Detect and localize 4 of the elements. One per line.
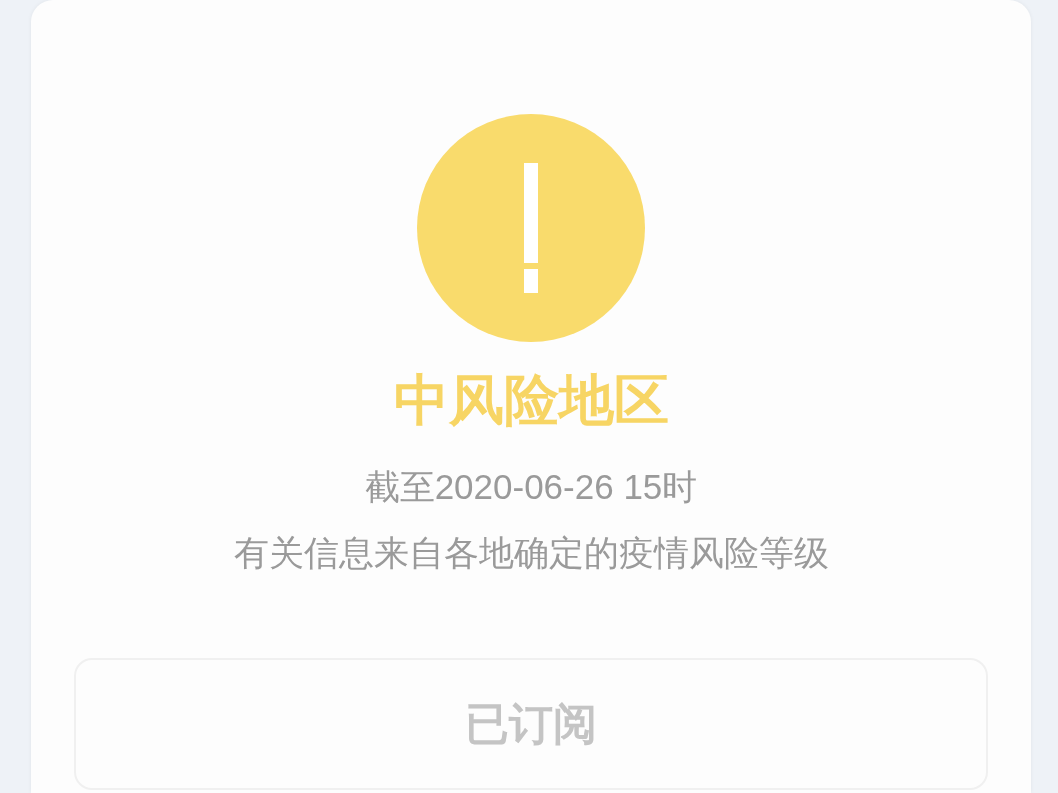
source-note-text: 有关信息来自各地确定的疫情风险等级 [233,532,829,574]
warning-icon [417,114,645,342]
risk-level-title: 中风险地区 [393,368,669,433]
update-time-text: 截至2020-06-26 15时 [364,466,698,508]
